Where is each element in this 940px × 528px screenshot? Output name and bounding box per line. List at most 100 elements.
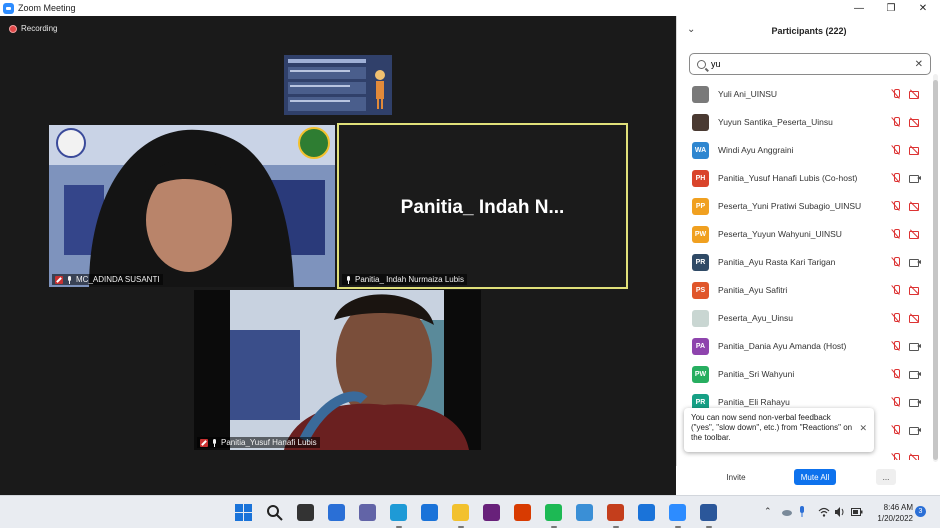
participant-avatar: PW [692, 225, 709, 243]
participant-status-icons [891, 341, 921, 351]
clear-search-icon[interactable]: ✕ [915, 59, 923, 70]
video-tile-indah[interactable]: Panitia_ Indah N... Panitia_ Indah Nurma… [337, 123, 628, 289]
photos-icon[interactable] [576, 504, 593, 521]
camera-icon [909, 173, 921, 183]
search-icon[interactable] [266, 504, 283, 521]
participant-avatar: PR [692, 253, 709, 271]
onedrive-icon[interactable] [782, 508, 792, 516]
camera-icon [909, 341, 921, 351]
mic-muted-icon [891, 201, 901, 211]
start-icon[interactable] [235, 504, 252, 521]
participant-row[interactable]: Peserta_Ayu_Uinsu [677, 304, 935, 332]
slide-preview [284, 55, 392, 115]
tile-name-label: MC_ADINDA SUSANTI [52, 274, 163, 285]
zoom-icon[interactable] [669, 504, 686, 521]
pin-icon [345, 275, 352, 284]
spotify-icon[interactable] [545, 504, 562, 521]
participant-list: Yuli Ani_UINSU Yuyun Santika_Peserta_Uins… [677, 80, 935, 460]
mic-muted-icon [55, 275, 63, 284]
video-tile-mc-adinda[interactable]: MC_ADINDA SUSANTI [49, 125, 335, 287]
participant-name: Panitia_ Indah Nurmaiza Lubis [355, 275, 464, 284]
file-explorer-icon[interactable] [452, 504, 469, 521]
mic-muted-icon [891, 173, 901, 183]
mute-all-button[interactable]: Mute All [794, 469, 836, 485]
camera-off-icon [909, 453, 921, 460]
maximize-button[interactable]: ❐ [876, 0, 906, 16]
shared-screen-thumbnail[interactable] [284, 55, 392, 115]
office-icon[interactable] [514, 504, 531, 521]
participant-name: Panitia_Ayu Rasta Kari Tarigan [718, 257, 836, 267]
participant-row[interactable]: PR Panitia_Ayu Rasta Kari Tarigan [677, 248, 935, 276]
tile-name-label: Panitia_Yusuf Hanafi Lubis [197, 437, 320, 448]
participant-name: Peserta_Yuyun Wahyuni_UINSU [718, 229, 842, 239]
widgets-icon[interactable] [328, 504, 345, 521]
microphone-icon[interactable] [798, 506, 806, 518]
reactions-tooltip: You can now send non-verbal feedback ("y… [684, 408, 874, 452]
participant-status-icons [891, 257, 921, 267]
participant-name: Panitia_Yusuf Hanafi Lubis (Co-host) [718, 173, 858, 183]
participant-avatar [692, 309, 709, 327]
word-icon[interactable] [700, 504, 717, 521]
invite-button[interactable]: Invite [720, 469, 752, 485]
participant-status-icons [891, 453, 921, 460]
participant-status-icons [891, 173, 921, 183]
participant-avatar [692, 113, 709, 131]
tooltip-text: You can now send non-verbal feedback ("y… [691, 413, 853, 442]
participant-avatar: PP [692, 197, 709, 215]
tooltip-close-icon[interactable]: ✕ [859, 423, 867, 433]
participant-status-icons [891, 369, 921, 379]
windows-taskbar: ⌃ 8:46 AM 1/20/2022 3 [0, 495, 940, 528]
participant-row[interactable]: PH Panitia_Yusuf Hanafi Lubis (Co-host) [677, 164, 935, 192]
participant-row[interactable]: PA Panitia_Dania Ayu Amanda (Host) [677, 332, 935, 360]
mic-muted-icon [891, 397, 901, 407]
tile-name-label: Panitia_ Indah Nurmaiza Lubis [342, 274, 467, 285]
wifi-icon[interactable] [818, 507, 830, 517]
tray-overflow-chevron-icon[interactable]: ⌃ [764, 506, 772, 517]
volume-icon[interactable] [834, 507, 845, 517]
participant-name: Peserta_Ayu_Uinsu [718, 313, 793, 323]
participants-footer: Invite Mute All ... [676, 466, 940, 495]
participant-avatar: PH [692, 169, 709, 187]
edge-icon[interactable] [390, 504, 407, 521]
more-button[interactable]: ... [876, 469, 896, 485]
participant-list-scrollbar[interactable] [933, 74, 938, 462]
participant-row[interactable]: Yuyun Santika_Peserta_Uinsu [677, 108, 935, 136]
pin-icon [211, 438, 218, 447]
minimize-button[interactable]: — [844, 0, 874, 16]
participant-video [194, 290, 481, 450]
mail-icon[interactable] [421, 504, 438, 521]
mic-muted-icon [891, 453, 901, 460]
media-player-icon[interactable] [638, 504, 655, 521]
window-title: Zoom Meeting [18, 3, 76, 13]
teams-icon[interactable] [359, 504, 376, 521]
close-button[interactable]: ✕ [908, 0, 938, 16]
participant-search-box[interactable]: ✕ [689, 53, 931, 75]
participant-avatar: WA [692, 141, 709, 159]
notification-badge[interactable]: 3 [915, 506, 926, 517]
video-area: Recording MC_ADINDA SUSANTI Panitia_ Ind… [0, 16, 676, 495]
battery-icon[interactable] [851, 508, 863, 516]
mic-muted-icon [891, 229, 901, 239]
video-tile-yusuf[interactable]: Panitia_Yusuf Hanafi Lubis [194, 290, 481, 450]
scrollbar-thumb[interactable] [933, 80, 938, 460]
participant-name: MC_ADINDA SUSANTI [76, 275, 160, 284]
participant-row[interactable]: Yuli Ani_UINSU [677, 80, 935, 108]
participant-search-input[interactable] [711, 59, 901, 69]
participant-row[interactable]: WA Windi Ayu Anggraini [677, 136, 935, 164]
recording-indicator[interactable]: Recording [9, 24, 57, 33]
participant-name: Windi Ayu Anggraini [718, 145, 794, 155]
system-clock[interactable]: 8:46 AM 1/20/2022 [867, 502, 913, 524]
participant-avatar: PW [692, 365, 709, 383]
participant-status-icons [891, 89, 921, 99]
participant-video [49, 125, 335, 287]
participant-name: Panitia_Yusuf Hanafi Lubis [221, 438, 317, 447]
task-view-icon[interactable] [297, 504, 314, 521]
participant-name: Panitia_Eli Rahayu [718, 397, 790, 407]
participant-row[interactable]: PP Peserta_Yuni Pratiwi Subagio_UINSU [677, 192, 935, 220]
powerpoint-icon[interactable] [607, 504, 624, 521]
visual-studio-icon[interactable] [483, 504, 500, 521]
camera-off-icon [909, 117, 921, 127]
participant-row[interactable]: PS Panitia_Ayu Safitri [677, 276, 935, 304]
participant-row[interactable]: PW Panitia_Sri Wahyuni [677, 360, 935, 388]
participant-row[interactable]: PW Peserta_Yuyun Wahyuni_UINSU [677, 220, 935, 248]
